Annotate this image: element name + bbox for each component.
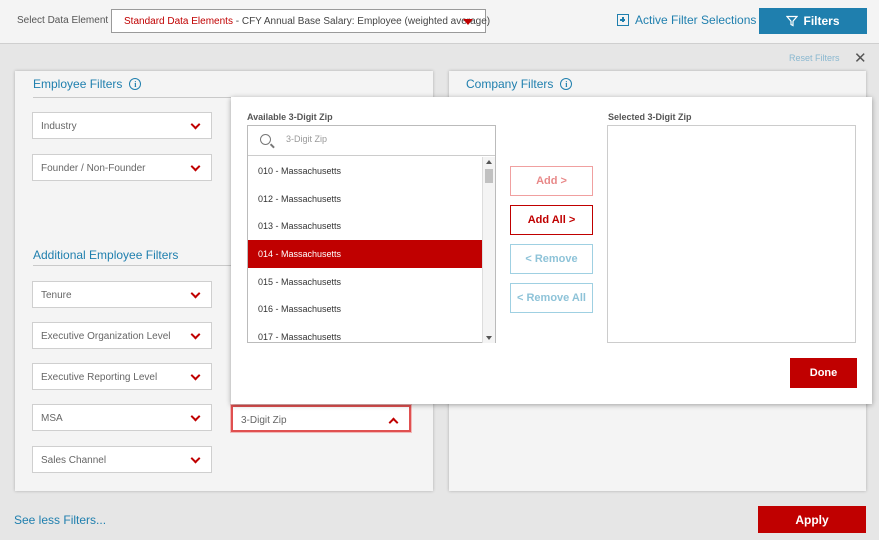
see-less-filters-link[interactable]: See less Filters...: [14, 513, 106, 527]
top-bar: Select Data Element Standard Data Elemen…: [0, 0, 879, 44]
active-filter-selections-label: Active Filter Selections: [635, 13, 757, 27]
list-scrollbar[interactable]: [482, 157, 495, 343]
executive-organization-level-label: Executive Organization Level: [41, 331, 171, 342]
zip-list-item[interactable]: 015 - Massachusetts: [248, 268, 483, 296]
remove-button[interactable]: < Remove: [510, 244, 593, 274]
zip-list-item[interactable]: 017 - Massachusetts: [248, 323, 483, 351]
zip-list-item[interactable]: 016 - Massachusetts: [248, 295, 483, 323]
zip-selection-popup: Available 3-Digit Zip Selected 3-Digit Z…: [231, 97, 872, 404]
info-icon[interactable]: i: [560, 78, 573, 90]
search-icon: [260, 134, 271, 145]
data-element-select[interactable]: Standard Data Elements - CFY Annual Base…: [111, 9, 490, 33]
zip-search: [248, 126, 495, 156]
executive-reporting-level-label: Executive Reporting Level: [41, 372, 158, 383]
industry-dropdown[interactable]: Industry: [32, 112, 212, 139]
industry-dropdown-label: Industry: [41, 121, 77, 132]
plus-square-icon: [617, 14, 629, 26]
divider: [33, 97, 243, 98]
msa-dropdown-label: MSA: [41, 413, 63, 424]
additional-employee-filters-title: Additional Employee Filters: [33, 248, 179, 262]
chevron-up-icon: [388, 417, 399, 428]
company-filters-title: Company Filters: [466, 77, 554, 91]
data-element-label: Select Data Element: [17, 15, 109, 26]
chevron-down-icon: [190, 370, 201, 381]
chevron-down-icon: [190, 453, 201, 464]
zip-list-item[interactable]: 010 - Massachusetts: [248, 157, 483, 185]
divider: [33, 265, 243, 266]
reset-filters-link[interactable]: Reset Filters: [789, 53, 840, 63]
selected-zip-list[interactable]: [607, 125, 856, 343]
tenure-dropdown-label: Tenure: [41, 290, 72, 301]
active-filter-selections-link[interactable]: Active Filter Selections: [617, 13, 756, 27]
filters-button[interactable]: Filters: [759, 8, 867, 34]
caret-down-icon: [463, 19, 473, 25]
add-all-button[interactable]: Add All >: [510, 205, 593, 235]
scroll-thumb[interactable]: [485, 169, 493, 183]
zip-items: 010 - Massachusetts 012 - Massachusetts …: [248, 157, 483, 351]
data-element-category: Standard Data Elements: [124, 16, 233, 27]
done-button[interactable]: Done: [790, 358, 857, 388]
filters-button-label: Filters: [803, 14, 840, 28]
close-icon[interactable]: ✕: [854, 49, 867, 67]
chevron-down-icon: [190, 161, 201, 172]
scroll-up-arrow-icon[interactable]: [486, 160, 492, 164]
zip-list-item[interactable]: 013 - Massachusetts: [248, 212, 483, 240]
chevron-down-icon: [190, 288, 201, 299]
zip-list-item[interactable]: 012 - Massachusetts: [248, 185, 483, 213]
apply-button[interactable]: Apply: [758, 506, 866, 533]
sales-channel-dropdown-label: Sales Channel: [41, 455, 107, 466]
chevron-down-icon: [190, 119, 201, 130]
remove-all-button[interactable]: < Remove All: [510, 283, 593, 313]
founder-dropdown-label: Founder / Non-Founder: [41, 163, 146, 174]
add-button[interactable]: Add >: [510, 166, 593, 196]
founder-dropdown[interactable]: Founder / Non-Founder: [32, 154, 212, 181]
funnel-icon: [786, 15, 799, 27]
data-element-value: CFY Annual Base Salary: Employee (weight…: [241, 16, 491, 27]
chevron-down-icon: [190, 329, 201, 340]
zip-search-input[interactable]: [286, 134, 466, 144]
executive-organization-level-dropdown[interactable]: Executive Organization Level: [32, 322, 212, 349]
available-zip-list[interactable]: 010 - Massachusetts 012 - Massachusetts …: [247, 125, 496, 343]
zip-list-item-selected[interactable]: 014 - Massachusetts: [248, 240, 483, 268]
chevron-down-icon: [190, 411, 201, 422]
three-digit-zip-dropdown[interactable]: 3-Digit Zip: [230, 404, 412, 433]
employee-filters-heading: Employee Filters i: [33, 77, 142, 91]
scroll-down-arrow-icon[interactable]: [486, 336, 492, 340]
available-zip-label: Available 3-Digit Zip: [247, 112, 333, 122]
tenure-dropdown[interactable]: Tenure: [32, 281, 212, 308]
additional-employee-filters-heading: Additional Employee Filters: [33, 248, 178, 262]
msa-dropdown[interactable]: MSA: [32, 404, 212, 431]
three-digit-zip-dropdown-label: 3-Digit Zip: [241, 415, 287, 426]
data-element-separator: -: [232, 16, 242, 27]
executive-reporting-level-dropdown[interactable]: Executive Reporting Level: [32, 363, 212, 390]
selected-zip-label: Selected 3-Digit Zip: [608, 112, 692, 122]
info-icon[interactable]: i: [129, 78, 142, 90]
employee-filters-title: Employee Filters: [33, 77, 123, 91]
company-filters-heading: Company Filters i: [466, 77, 573, 91]
sales-channel-dropdown[interactable]: Sales Channel: [32, 446, 212, 473]
